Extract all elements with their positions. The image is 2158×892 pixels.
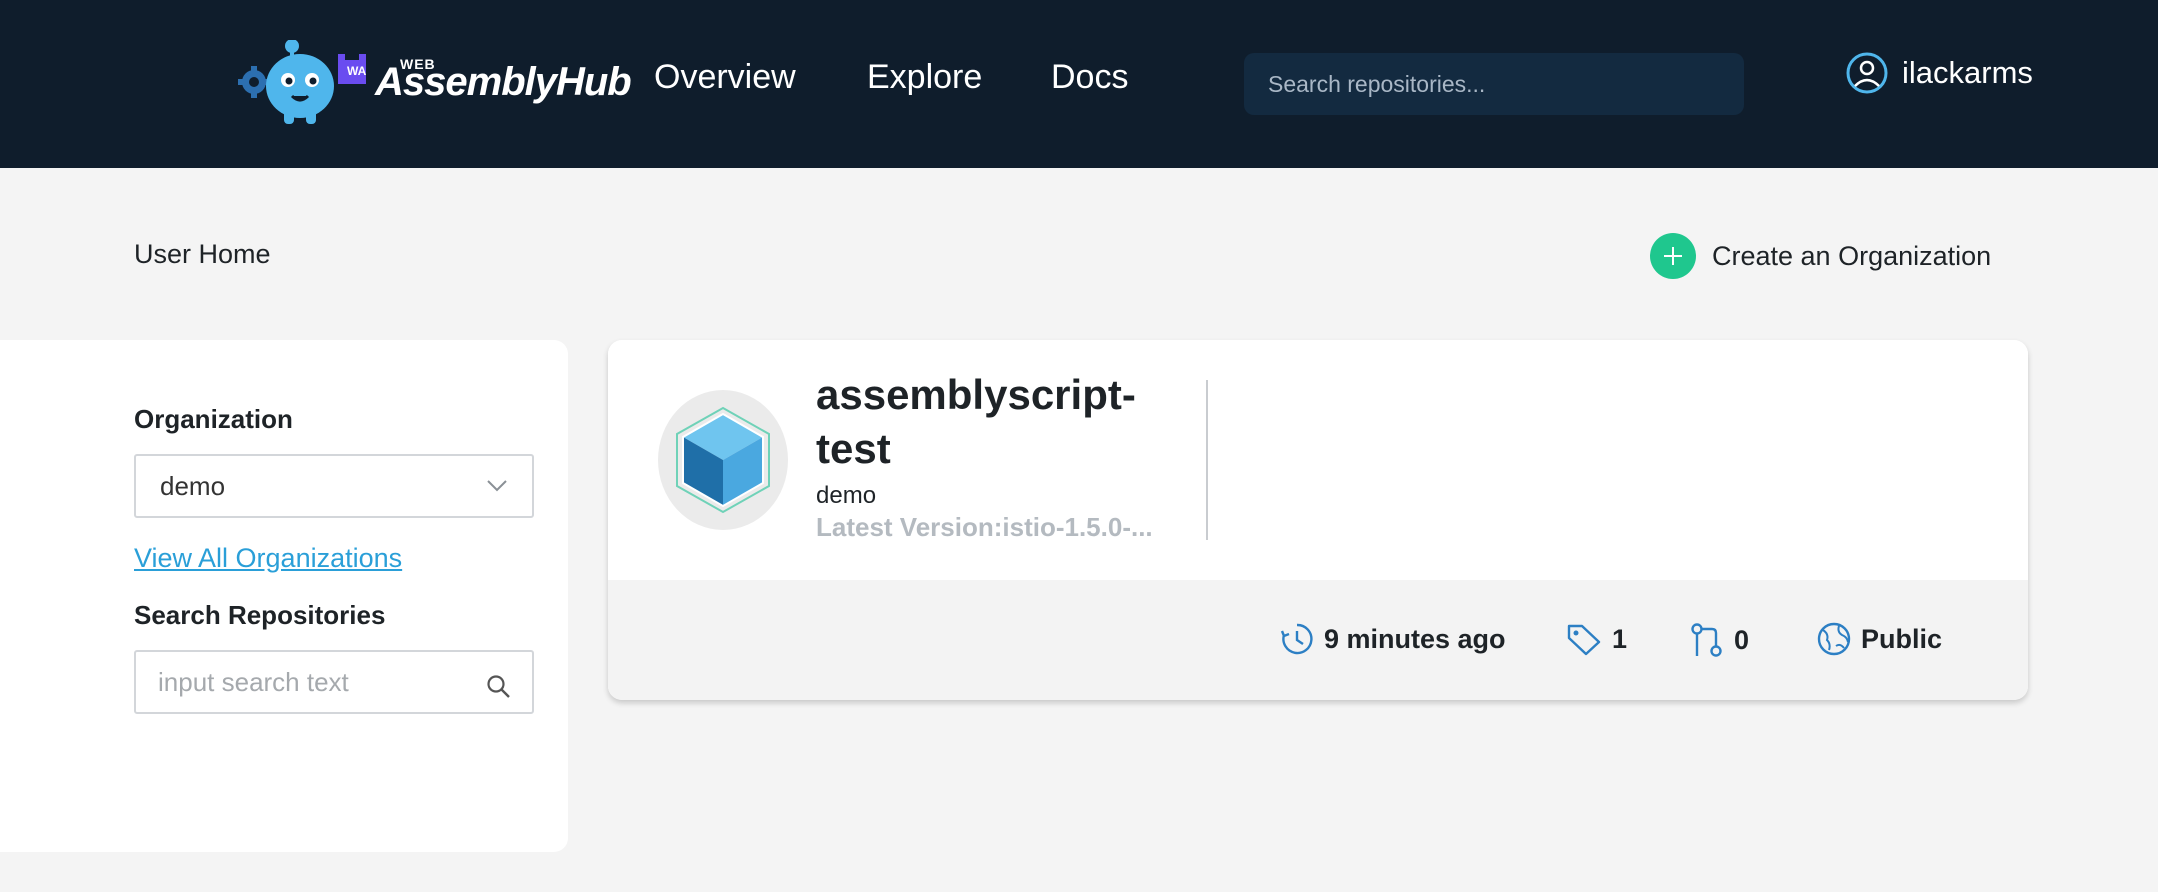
repo-owner: demo xyxy=(816,482,877,509)
card-divider xyxy=(1206,380,1208,540)
updated-time: 9 minutes ago xyxy=(1324,623,1506,654)
repo-search-input[interactable] xyxy=(1244,53,1744,115)
create-organization-label: Create an Organization xyxy=(1712,240,1992,271)
top-navbar: WA WEB AssemblyHub Overview Explore Docs… xyxy=(0,0,2158,168)
page-title: User Home xyxy=(134,239,271,269)
search-icon[interactable] xyxy=(486,674,512,700)
organization-label: Organization xyxy=(134,404,293,434)
repo-search-box xyxy=(134,650,534,714)
stat-tags: 1 xyxy=(1566,622,1627,656)
organization-select[interactable]: demo xyxy=(134,454,534,518)
search-repositories-label: Search Repositories xyxy=(134,600,386,630)
tag-icon xyxy=(1567,624,1601,656)
globe-icon xyxy=(1817,622,1851,656)
repo-latest-version: Latest Version:istio-1.5.0-... xyxy=(816,512,1153,542)
repo-search-field[interactable] xyxy=(136,652,456,712)
nav-docs[interactable]: Docs xyxy=(1051,58,1128,97)
pull-count: 0 xyxy=(1734,624,1750,655)
stat-updated: 9 minutes ago xyxy=(1280,622,1506,656)
pull-request-icon xyxy=(1691,623,1722,657)
chevron-down-icon xyxy=(487,480,507,492)
nav-explore[interactable]: Explore xyxy=(867,58,982,97)
visibility-label: Public xyxy=(1861,623,1943,654)
repo-name[interactable]: assemblyscript-test xyxy=(816,368,1146,476)
card-body: assemblyscript-test demo Latest Version:… xyxy=(608,340,2028,580)
create-organization-button[interactable]: Create an Organization xyxy=(1650,233,1991,279)
tag-count: 1 xyxy=(1612,623,1628,654)
plus-icon xyxy=(1650,233,1696,279)
repo-avatar xyxy=(658,390,788,530)
user-menu[interactable]: ilackarms xyxy=(1846,52,2033,94)
stat-pulls: 0 xyxy=(1690,622,1749,658)
logo-wordmark: AssemblyHub xyxy=(375,60,632,104)
organization-selected-value: demo xyxy=(160,470,226,501)
cube-icon xyxy=(676,406,770,514)
logo-badge-text: WA xyxy=(347,64,367,78)
nav-overview[interactable]: Overview xyxy=(654,58,796,97)
settings-gear-icon xyxy=(238,66,270,98)
clock-icon xyxy=(1280,623,1313,655)
repository-card[interactable]: assemblyscript-test demo Latest Version:… xyxy=(608,340,2028,700)
view-all-organizations-link[interactable]: View All Organizations xyxy=(134,543,402,574)
stat-visibility: Public xyxy=(1817,622,1942,656)
username: ilackarms xyxy=(1902,55,2033,90)
user-icon xyxy=(1846,52,1888,94)
mascot-icon xyxy=(266,39,334,124)
